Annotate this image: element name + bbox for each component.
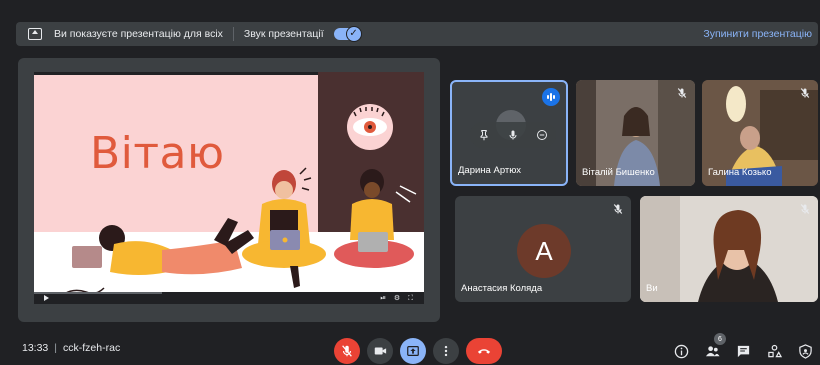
slide-illustration: [63, 104, 417, 298]
participant-tile[interactable]: Галина Козько: [702, 80, 818, 186]
lying-woman-illustration: [63, 218, 254, 298]
bottom-bar: 13:33 | cck-fzeh-rac: [0, 330, 820, 365]
participant-name: Ви: [646, 283, 658, 294]
mic-off-icon: [675, 86, 689, 100]
meeting-info-button[interactable]: [673, 343, 689, 359]
present-screen-icon: [407, 346, 419, 356]
people-button[interactable]: [704, 343, 720, 359]
self-video: [640, 196, 818, 302]
more-vert-icon: [444, 345, 448, 357]
presentation-slide: Вітаю ⏯ ⚙ ⛶: [34, 72, 424, 304]
meeting-details: 13:33 | cck-fzeh-rac: [22, 342, 120, 354]
avatar: А: [517, 224, 571, 278]
mic-off-icon: [798, 202, 812, 216]
leave-call-button[interactable]: [466, 338, 502, 364]
sitting-woman-dark-illustration: [334, 169, 417, 268]
activities-icon: [767, 344, 782, 357]
participant-name: Галина Козько: [708, 167, 772, 178]
presentation-sound-toggle[interactable]: ✓: [333, 26, 362, 42]
present-screen-icon: [28, 28, 42, 40]
clock-time: 13:33: [22, 342, 49, 354]
pin-icon[interactable]: [473, 124, 495, 146]
mic-off-icon: [611, 202, 625, 216]
slide-playback-bar[interactable]: ⏯ ⚙ ⛶: [34, 292, 424, 304]
eye-illustration-icon: [347, 104, 393, 150]
camera-button[interactable]: [367, 338, 393, 364]
participant-tile[interactable]: Дарина Артюх: [450, 80, 568, 186]
stop-presenting-button[interactable]: Зупинити презентацію: [703, 28, 812, 40]
mute-participant-icon[interactable]: [502, 124, 524, 146]
participant-name: Віталій Бишенко: [582, 167, 655, 178]
divider: |: [54, 342, 58, 354]
play-icon[interactable]: [44, 295, 49, 301]
chat-button[interactable]: [735, 343, 751, 359]
participant-tile[interactable]: А Анастасия Коляда: [455, 196, 631, 302]
mic-off-icon: [342, 345, 352, 357]
tile-hover-controls: [470, 122, 556, 148]
slide-controls[interactable]: ⏯ ⚙ ⛶: [380, 294, 416, 303]
people-count-badge: 6: [714, 333, 726, 345]
presenting-text: Ви показуєте презентацію для всіх: [54, 28, 223, 40]
people-icon: [705, 345, 720, 356]
microphone-button[interactable]: [334, 338, 360, 364]
chat-icon: [737, 345, 749, 357]
speaking-indicator-icon: [542, 88, 560, 106]
activities-button[interactable]: [766, 343, 782, 359]
divider: [232, 27, 234, 41]
sound-label: Звук презентації: [243, 28, 324, 40]
self-tile[interactable]: Ви: [640, 196, 818, 302]
info-icon: [674, 344, 688, 358]
hang-up-icon: [477, 349, 491, 354]
more-options-button[interactable]: [433, 338, 459, 364]
participant-name: Анастасия Коляда: [461, 283, 543, 294]
present-now-button[interactable]: [400, 338, 426, 364]
participant-name: Дарина Артюх: [458, 165, 522, 176]
camera-icon: [374, 347, 387, 355]
remove-participant-icon[interactable]: [531, 124, 553, 146]
slide-progress[interactable]: [34, 292, 162, 294]
sitting-woman-illustration: [242, 167, 326, 288]
check-icon: ✓: [345, 26, 362, 42]
shield-icon: [798, 343, 812, 359]
meeting-code: cck-fzeh-rac: [63, 342, 121, 354]
host-controls-button[interactable]: [797, 343, 813, 359]
mic-off-icon: [798, 86, 812, 100]
presenting-banner: Ви показуєте презентацію для всіх Звук п…: [16, 22, 818, 46]
presentation-stage: Вітаю ⏯ ⚙ ⛶: [18, 58, 440, 322]
participant-tile[interactable]: Віталій Бишенко: [576, 80, 695, 186]
